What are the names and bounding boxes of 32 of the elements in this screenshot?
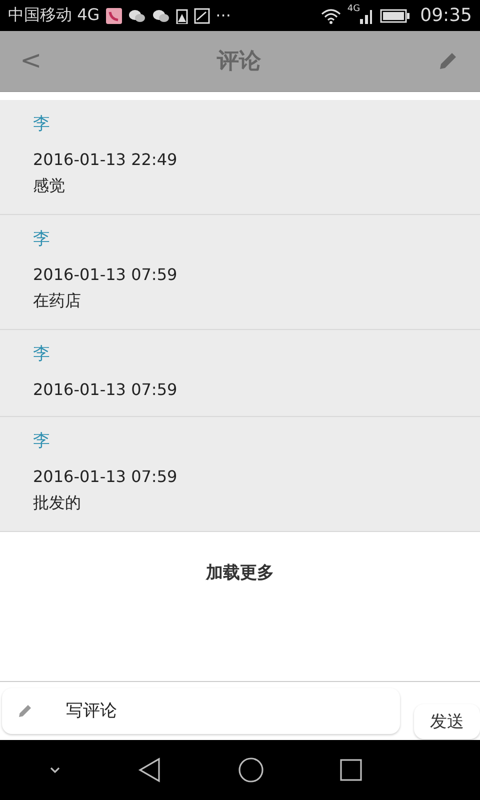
comment-text: 感觉: [33, 175, 66, 197]
back-triangle-icon[interactable]: [136, 757, 162, 783]
load-more-button[interactable]: 加载更多: [200, 560, 280, 585]
recents-square-icon[interactable]: [338, 758, 362, 782]
comment-text: 在药店: [33, 290, 82, 312]
chat-icon: [152, 8, 170, 22]
page-title: 评论: [216, 48, 261, 76]
author-name: 李: [33, 228, 51, 251]
author-name: 李: [33, 343, 51, 366]
wifi-icon: [321, 8, 342, 24]
clock-text: 09:35: [420, 5, 472, 26]
home-circle-icon[interactable]: [238, 757, 264, 783]
battery-warning-icon: [176, 8, 188, 24]
carrier-text: 中国移动 4G: [8, 5, 100, 26]
network-label: 4G: [347, 4, 360, 14]
battery-icon: [380, 8, 410, 22]
send-button[interactable]: 发送: [414, 704, 480, 738]
signal-icon: [360, 8, 374, 24]
more-text: ···: [216, 6, 231, 25]
image-icon: [194, 8, 210, 24]
comment-time: 2016-01-13 07:59: [33, 264, 178, 286]
comment-text: 批发的: [33, 492, 82, 514]
chevron-down-icon[interactable]: [48, 765, 62, 775]
author-name: 李: [33, 430, 51, 453]
phone-icon: [106, 8, 122, 24]
author-name: 李: [33, 113, 51, 136]
comment-input-field[interactable]: 写评论: [2, 688, 400, 734]
comment-time: 2016-01-13 07:59: [33, 466, 178, 488]
pencil-icon: [16, 702, 34, 720]
comment-time: 2016-01-13 07:59: [33, 379, 178, 401]
chat-icon: [128, 8, 146, 22]
comment-time: 2016-01-13 22:49: [33, 149, 178, 171]
